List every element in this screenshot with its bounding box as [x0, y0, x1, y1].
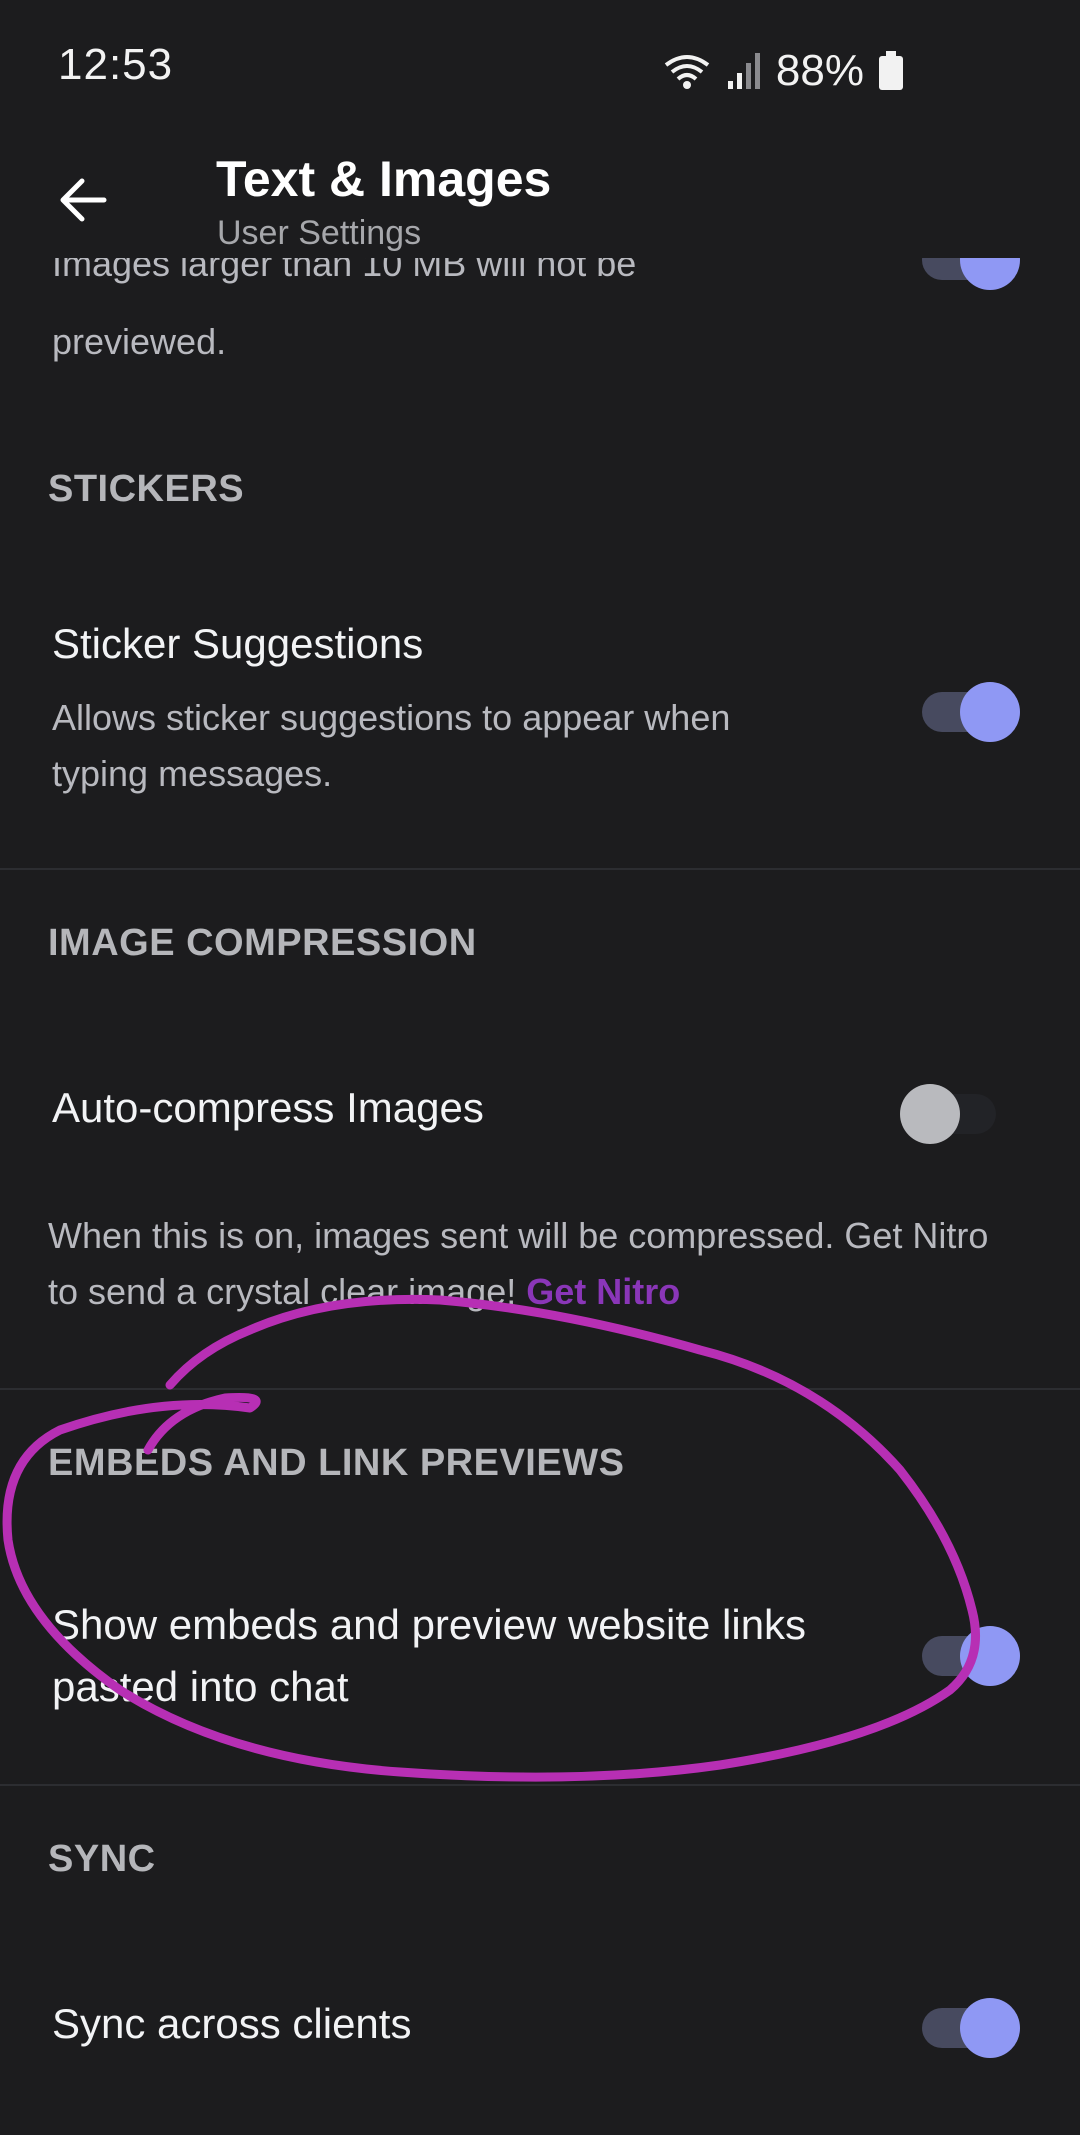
get-nitro-link[interactable]: Get Nitro	[526, 1271, 680, 1312]
section-header-embeds: EMBEDS AND LINK PREVIEWS	[48, 1442, 625, 1484]
sync-clients-title: Sync across clients	[52, 2000, 412, 2047]
partial-row-clip: Images larger than 10 MB will not be	[0, 258, 1080, 308]
sync-clients-toggle[interactable]	[922, 1986, 1020, 2058]
battery-icon	[879, 51, 903, 90]
partial-row-desc-end: previewed.	[52, 321, 227, 362]
status-time: 12:53	[58, 40, 174, 89]
divider	[0, 1388, 1080, 1390]
section-header-image-compression: IMAGE COMPRESSION	[48, 922, 477, 964]
auto-compress-desc: When this is on, images sent will be com…	[48, 1208, 1008, 1320]
divider	[0, 1784, 1080, 1786]
auto-compress-title: Auto-compress Images	[52, 1084, 484, 1131]
back-arrow-icon[interactable]	[54, 170, 114, 230]
partial-row-desc: Images larger than 10 MB will not be	[52, 258, 637, 284]
auto-compress-desc-text: When this is on, images sent will be com…	[48, 1215, 989, 1312]
status-icons: 88%	[662, 46, 904, 96]
sticker-suggestions-desc: Allows sticker suggestions to appear whe…	[52, 697, 731, 794]
sticker-suggestions-toggle[interactable]	[922, 670, 1020, 742]
page-subtitle: User Settings	[217, 214, 422, 252]
section-header-stickers: STICKERS	[48, 468, 245, 510]
battery-percent: 88%	[775, 46, 864, 95]
wifi-icon	[664, 55, 710, 89]
show-embeds-title: Show embeds and preview website links pa…	[52, 1601, 807, 1710]
sticker-suggestions-title: Sticker Suggestions	[52, 620, 424, 667]
partial-row-toggle[interactable]	[922, 258, 1020, 290]
auto-compress-toggle[interactable]	[900, 1072, 996, 1144]
signal-icon	[727, 53, 760, 89]
page-title: Text & Images	[216, 151, 552, 207]
section-header-sync: SYNC	[48, 1838, 156, 1880]
show-embeds-toggle[interactable]	[922, 1614, 1020, 1686]
divider	[0, 868, 1080, 870]
